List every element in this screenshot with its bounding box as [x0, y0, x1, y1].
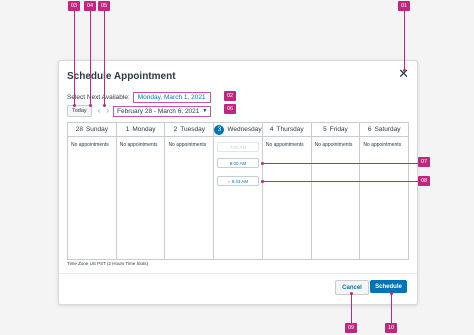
- callout-line: [74, 11, 75, 106]
- callout-marker: 07: [418, 157, 430, 167]
- callout-marker: 06: [224, 104, 236, 114]
- day-number: 6: [367, 126, 372, 133]
- next-available-row: Select Next Available: Monday, March 1, …: [67, 92, 211, 103]
- next-available-link[interactable]: Monday, March 1, 2021: [132, 92, 211, 103]
- time-slot[interactable]: 9:00 AM: [217, 158, 259, 168]
- callout-marker: 05: [98, 1, 110, 11]
- callout-line: [262, 181, 418, 182]
- callout-marker: 08: [418, 176, 430, 186]
- day-column: 2 Tuesday No appointments: [165, 123, 215, 259]
- callout-line: [90, 11, 91, 106]
- day-number: 28: [75, 126, 83, 133]
- day-name: Sunday: [85, 126, 108, 133]
- callout-line: [391, 293, 392, 323]
- callout-dot: [103, 104, 106, 107]
- chevron-right-icon[interactable]: ›: [106, 107, 109, 115]
- callout-marker: 09: [345, 323, 357, 333]
- day-name: Wednesday: [227, 126, 262, 133]
- no-appointments: No appointments: [168, 142, 207, 148]
- callout-dot: [261, 180, 264, 183]
- callout-marker: 01: [398, 1, 410, 11]
- day-column: 5 Friday No appointments: [311, 123, 361, 259]
- day-header: 2 Tuesday: [165, 123, 214, 137]
- callout-line: [351, 293, 352, 323]
- callout-dot: [403, 69, 406, 72]
- callout-dot: [350, 292, 353, 295]
- no-appointments: No appointments: [363, 142, 402, 148]
- day-header: 6 Saturday: [360, 123, 409, 137]
- callout-line: [262, 163, 418, 164]
- no-appointments: No appointments: [314, 142, 353, 148]
- callout-dot: [261, 162, 264, 165]
- callout-dot: [73, 104, 76, 107]
- week-navigation: Today ‹ › February 28 - March 6, 2021 ▼: [67, 105, 212, 117]
- time-slot-selected[interactable]: ▫ 8:43 AM: [217, 176, 259, 186]
- day-name: Tuesday: [180, 126, 205, 133]
- caret-down-icon: ▼: [202, 108, 208, 114]
- next-available-label: Select Next Available:: [67, 94, 130, 101]
- callout-marker: 02: [224, 91, 236, 101]
- time-slot-disabled: 7:00 AM: [217, 142, 259, 152]
- callout-line: [404, 11, 405, 71]
- calendar-icon: ▫: [227, 178, 230, 184]
- callout-dot: [390, 292, 393, 295]
- schedule-appointment-dialog: Schedule Appointment ✕ Select Next Avail…: [58, 60, 418, 305]
- no-appointments: No appointments: [119, 142, 158, 148]
- day-header: 4 Thursday: [262, 123, 311, 137]
- callout-marker: 03: [68, 1, 80, 11]
- week-range-label: February 28 - March 6, 2021: [117, 107, 200, 115]
- schedule-button[interactable]: Schedule: [370, 280, 407, 293]
- callout-marker: 10: [385, 323, 397, 333]
- callout-marker: 04: [84, 1, 96, 11]
- dialog-title: Schedule Appointment: [67, 71, 176, 82]
- day-column: 28 Sunday No appointments: [68, 123, 117, 259]
- timezone-note: Time Zone US PST (2 Hours Time Slots): [67, 261, 149, 266]
- no-appointments: No appointments: [71, 142, 109, 148]
- no-appointments: No appointments: [265, 142, 304, 148]
- day-name: Saturday: [374, 126, 401, 133]
- footer-divider: [59, 273, 417, 274]
- callout-dot: [89, 104, 92, 107]
- time-slot-label: 8:43 AM: [231, 178, 249, 184]
- day-name: Friday: [329, 126, 348, 133]
- day-column: 6 Saturday No appointments: [360, 123, 409, 259]
- day-number: 4: [269, 126, 274, 133]
- week-calendar: 28 Sunday No appointments 1 Monday No ap…: [67, 122, 409, 260]
- day-header: 3 Wednesday: [214, 123, 262, 137]
- day-number: 2: [173, 126, 178, 133]
- day-header: 1 Monday: [116, 123, 165, 137]
- day-number: 1: [125, 126, 130, 133]
- active-day-number: 3: [214, 124, 225, 135]
- day-number: 5: [323, 126, 327, 133]
- day-name: Thursday: [276, 126, 304, 133]
- day-header: 28 Sunday: [68, 123, 116, 137]
- day-name: Monday: [132, 126, 156, 133]
- today-button[interactable]: Today: [67, 105, 92, 117]
- day-column: 4 Thursday No appointments: [262, 123, 312, 259]
- day-column-active: 3 Wednesday 7:00 AM 9:00 AM ▫ 8:43 AM: [214, 123, 263, 259]
- callout-line: [104, 11, 105, 106]
- day-header: 5 Friday: [311, 123, 360, 137]
- week-range-select[interactable]: February 28 - March 6, 2021 ▼: [113, 105, 212, 117]
- day-column: 1 Monday No appointments: [116, 123, 166, 259]
- chevron-left-icon[interactable]: ‹: [98, 107, 101, 115]
